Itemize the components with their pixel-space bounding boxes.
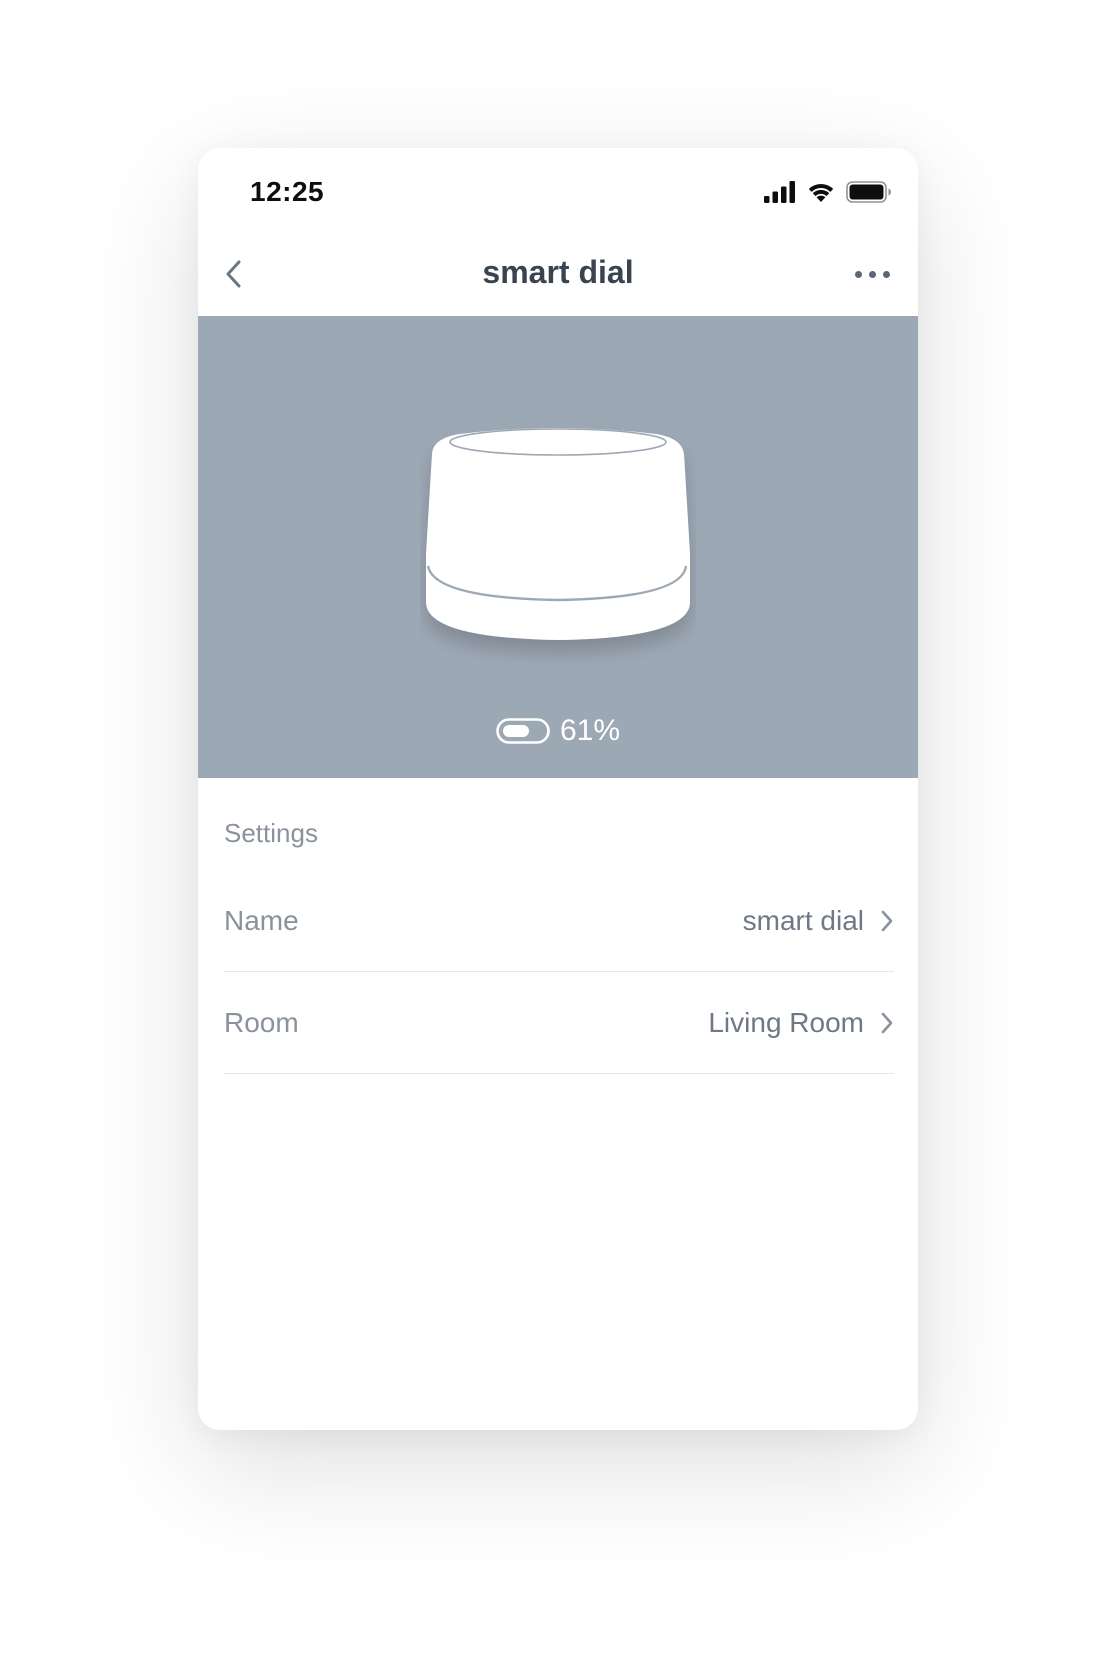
battery-level: 61% [559, 714, 621, 747]
row-label: Room [224, 1006, 299, 1038]
chevron-left-icon [226, 260, 241, 288]
chevron-right-icon [881, 910, 893, 931]
row-value-group: Living Room [708, 1007, 894, 1039]
screenshot-stage: 12:25 smart dial 61% Settings Name smart… [0, 0, 1116, 1676]
status-time: 12:25 [250, 176, 325, 207]
row-value: Living Room [708, 1006, 864, 1038]
settings-header: Settings [224, 818, 318, 848]
battery-icon [846, 181, 892, 203]
more-options-button[interactable] [846, 258, 898, 290]
back-button[interactable] [218, 254, 250, 294]
row-label: Name [224, 904, 299, 936]
chevron-right-icon [881, 1012, 893, 1033]
device-hero: 61% [198, 316, 918, 778]
page-title: smart dial [482, 254, 634, 290]
smart-dial-device-illustration [426, 428, 690, 640]
row-value: smart dial [742, 904, 864, 936]
more-horizontal-icon [854, 270, 862, 278]
battery-icon [496, 718, 550, 744]
settings-row-name[interactable]: Name smart dial [224, 870, 894, 972]
settings-row-room[interactable]: Room Living Room [224, 972, 894, 1074]
battery-status: 61% [198, 714, 918, 748]
status-bar: 12:25 [198, 148, 918, 236]
row-value-group: smart dial [743, 905, 894, 937]
wifi-icon [806, 181, 836, 203]
status-icons [764, 180, 892, 204]
navigation-bar: smart dial [198, 236, 918, 314]
cellular-signal-icon [764, 181, 796, 203]
phone-screen: 12:25 smart dial 61% Settings Name smart… [198, 148, 918, 1430]
